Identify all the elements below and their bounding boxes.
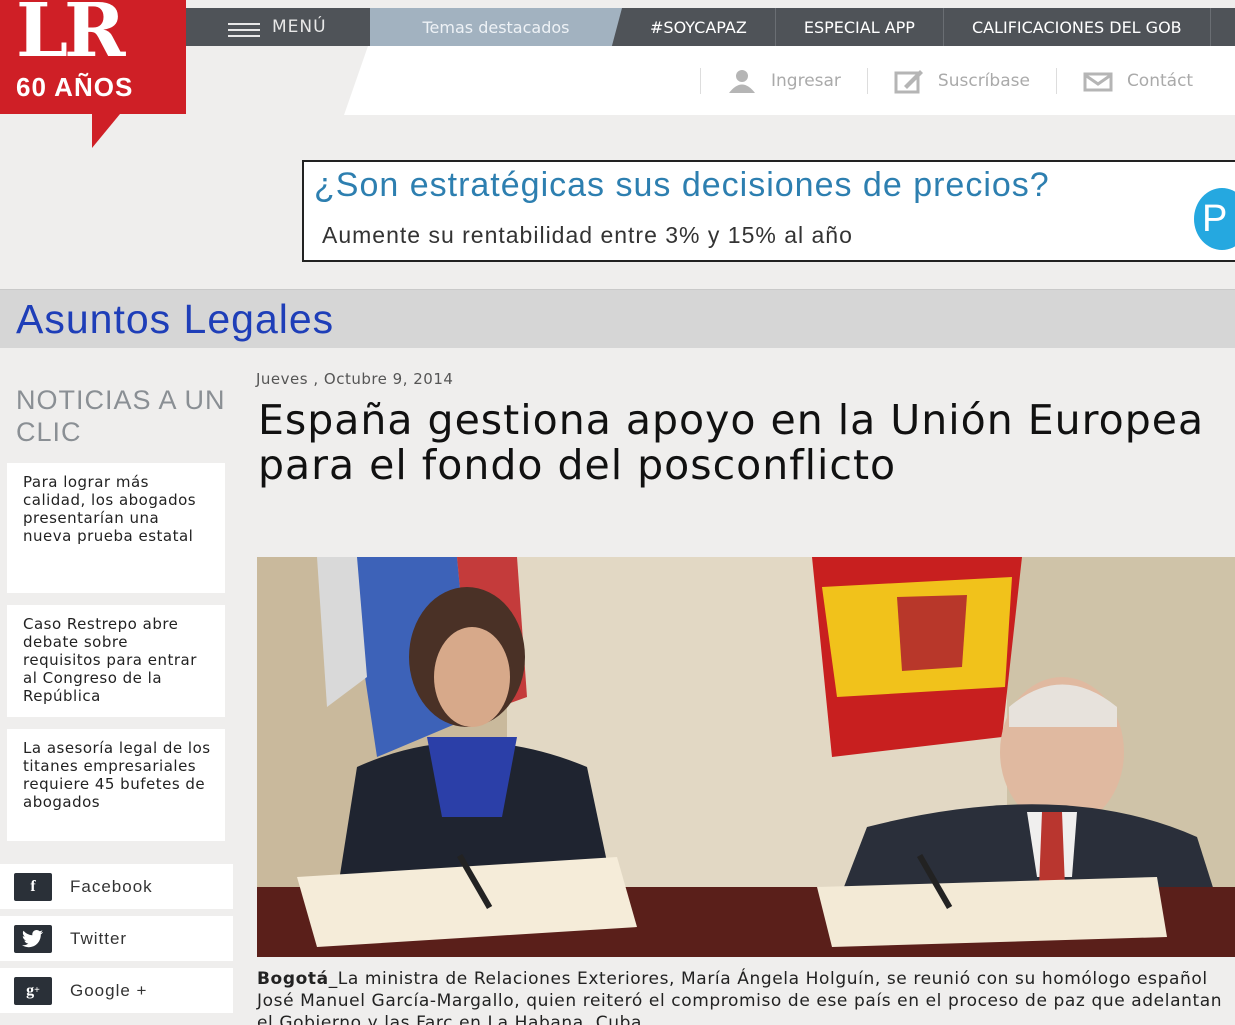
article-photo-illustration [257,557,1235,957]
section-title[interactable]: Asuntos Legales [16,296,334,343]
ad-subline: Aumente su rentabilidad entre 3% y 15% a… [322,222,853,248]
googleplus-label: Google + [70,980,148,1000]
topic-tabs: Temas destacados #SOYCAPAZ ESPECIAL APP … [370,8,1211,46]
lead-text: _La ministra de Relaciones Exteriores, M… [257,969,1223,1025]
envelope-icon [1083,72,1113,92]
lead-place: Bogotá [257,969,329,989]
tab-calificaciones[interactable]: CALIFICACIONES DEL GOB [944,8,1211,46]
user-icon [729,70,755,93]
ad-headline: ¿Son estratégicas sus decisiones de prec… [314,166,1050,204]
sidebar-news-item[interactable]: La asesoría legal de los titanes empresa… [7,729,225,841]
site-logo[interactable]: LR 60 AÑOS [0,0,186,148]
share-facebook-button[interactable]: f Facebook [0,864,233,909]
twitter-icon [14,924,52,953]
menu-label: MENÚ [272,17,327,37]
ad-logo-badge: P [1194,188,1235,250]
subscribe-label: Suscríbase [937,71,1030,91]
article-photo [257,557,1235,957]
sidebar-title: NOTICIAS A UN CLIC [16,385,226,447]
utility-links: Ingresar Suscríbase Contáct [700,64,1219,98]
article-date: Jueves , Octubre 9, 2014 [256,370,454,388]
login-link[interactable]: Ingresar [700,68,867,94]
subscribe-link[interactable]: Suscríbase [866,68,1056,94]
twitter-label: Twitter [70,928,128,948]
contact-label: Contáct [1126,71,1194,91]
google-plus-icon: g + [14,976,52,1005]
section-header: Asuntos Legales [0,289,1235,348]
menu-button[interactable]: MENÚ [186,8,368,46]
logo-text: LR [16,0,126,74]
anniversary-label: 60 AÑOS [16,72,134,102]
login-label: Ingresar [771,71,841,91]
share-twitter-button[interactable]: Twitter [0,916,233,961]
article-lead: Bogotá_La ministra de Relaciones Exterio… [257,968,1232,1025]
hamburger-icon [228,23,260,37]
facebook-label: Facebook [70,876,153,896]
sidebar-news-item[interactable]: Caso Restrepo abre debate sobre requisit… [7,605,225,717]
contact-link[interactable]: Contáct [1055,68,1219,94]
sidebar-news-item[interactable]: Para lograr más calidad, los abogados pr… [7,463,225,593]
share-googleplus-button[interactable]: g + Google + [0,968,233,1013]
tab-soycapaz[interactable]: #SOYCAPAZ [622,8,776,46]
advertisement-banner[interactable]: ¿Son estratégicas sus decisiones de prec… [302,160,1235,262]
tab-especial-app[interactable]: ESPECIAL APP [776,8,944,46]
article-headline: España gestiona apoyo en la Unión Europe… [258,396,1205,489]
facebook-icon: f [14,872,52,901]
tab-temas-destacados[interactable]: Temas destacados [370,8,622,46]
edit-icon [894,70,923,94]
